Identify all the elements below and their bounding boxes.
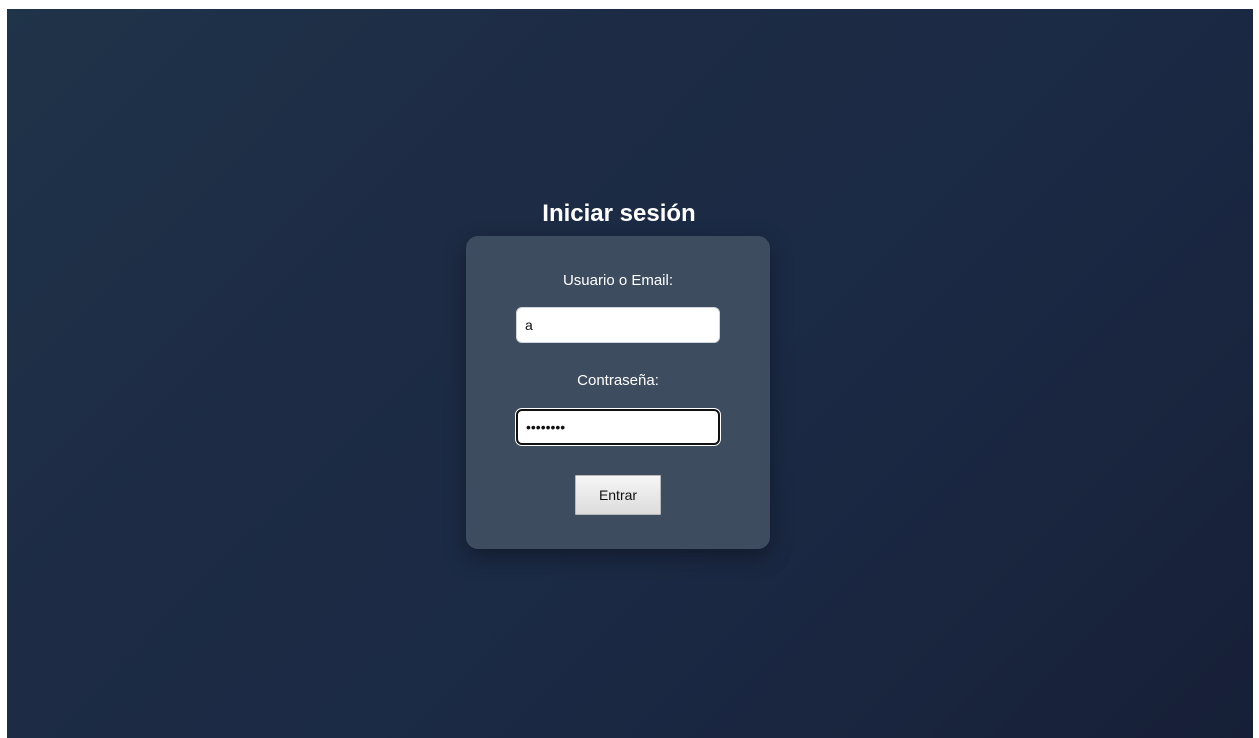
password-label: Contraseña: (577, 372, 659, 389)
password-input[interactable] (516, 409, 720, 445)
login-page: Iniciar sesión Usuario o Email: Contrase… (7, 9, 1253, 738)
submit-button[interactable]: Entrar (575, 475, 661, 515)
page-title: Iniciar sesión (542, 200, 696, 227)
login-card: Usuario o Email: Contraseña: Entrar (466, 236, 770, 549)
username-input[interactable] (516, 307, 720, 343)
username-label: Usuario o Email: (562, 272, 674, 289)
